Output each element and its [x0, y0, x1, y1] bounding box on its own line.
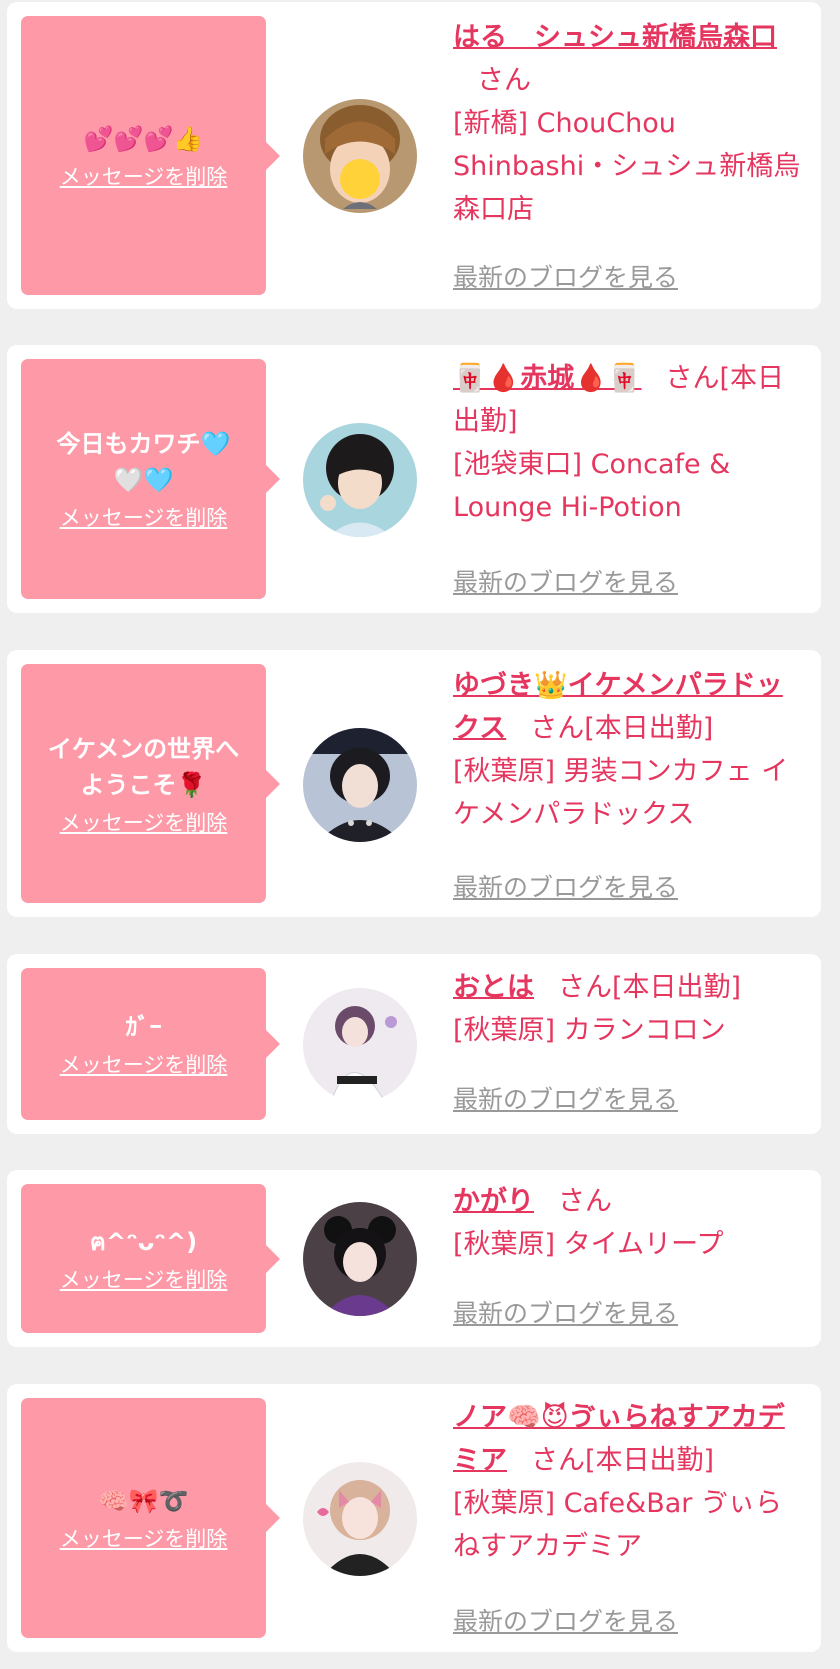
avatar-image [303, 99, 417, 213]
avatar-image [303, 423, 417, 537]
delete-message-link[interactable]: メッセージを削除 [60, 1264, 228, 1294]
shop-name: [新橋] ChouChou Shinbashi・シュシュ新橋烏森口店 [453, 108, 801, 225]
latest-blog-link[interactable]: 最新のブログを見る [453, 1080, 678, 1116]
avatar[interactable] [303, 728, 417, 842]
avatar[interactable] [303, 988, 417, 1102]
latest-blog-link[interactable]: 最新のブログを見る [453, 868, 678, 904]
cast-info: ゆづき👑イケメンパラドックス さん[本日出勤] [秋葉原] 男装コンカフェ イケメ… [453, 664, 805, 836]
shop-name: [秋葉原] カランコロン [453, 1015, 726, 1046]
cast-info: おとは さん[本日出勤] [秋葉原] カランコロン [453, 966, 805, 1052]
delete-message-link[interactable]: メッセージを削除 [60, 807, 228, 837]
honorific: さん [531, 1445, 585, 1476]
honorific: さん [530, 713, 585, 744]
cast-info: かがり さん [秋葉原] タイムリープ [453, 1180, 805, 1266]
latest-blog-link[interactable]: 最新のブログを見る [453, 563, 678, 599]
message-text: イケメンの世界へ ようこそ🌹 [47, 734, 240, 799]
honorific: さん [558, 972, 612, 1003]
message-text: 今日もカワチ🩵 🤍🩵 [56, 430, 231, 494]
message-card: 🧠🎀➰ メッセージを削除 ノア🧠😈ゔぃらねすアカデミア さん[本日出勤] [秋葉原… [7, 1384, 821, 1652]
avatar[interactable] [303, 1462, 417, 1576]
honorific: さん [477, 65, 531, 96]
delete-message-link[interactable]: メッセージを削除 [60, 502, 228, 532]
delete-message-link[interactable]: メッセージを削除 [60, 1523, 228, 1553]
cast-name-link[interactable]: かがり [453, 1186, 534, 1217]
shop-name: [秋葉原] タイムリープ [453, 1229, 724, 1260]
message-bubble: イケメンの世界へ ようこそ🌹 メッセージを削除 [21, 664, 280, 903]
status-label: [本日出勤] [585, 1445, 715, 1476]
delete-message-link[interactable]: メッセージを削除 [60, 1049, 228, 1079]
cast-name-link[interactable]: はる シュシュ新橋烏森口 [453, 22, 777, 53]
cast-info: はる シュシュ新橋烏森口さん [新橋] ChouChou Shinbashi・シ… [453, 16, 805, 231]
message-card: 💕💕💕👍 メッセージを削除 はる シュシュ新橋烏森口さん [新橋] ChouCh… [7, 2, 821, 309]
avatar[interactable] [303, 423, 417, 537]
message-card: ฅ^ᵔᴗᵔ^) メッセージを削除 かがり さん [秋葉原] タイムリープ 最新のブ… [7, 1170, 821, 1347]
message-bubble: 💕💕💕👍 メッセージを削除 [21, 16, 280, 295]
message-text: ｶﾞｰ [125, 1013, 162, 1041]
avatar-image [303, 1462, 417, 1576]
message-card: 今日もカワチ🩵 🤍🩵 メッセージを削除 🀄🩸赤城🩸🀄 さん[本日出勤] [池袋東口… [7, 345, 821, 613]
message-text: 💕💕💕👍 [83, 124, 204, 153]
message-bubble: ｶﾞｰ メッセージを削除 [21, 968, 280, 1120]
avatar[interactable] [303, 1202, 417, 1316]
status-label: [本日出勤] [584, 713, 714, 744]
shop-name: [池袋東口] Concafe & Lounge Hi-Potion [453, 449, 731, 523]
avatar-image [303, 728, 417, 842]
message-bubble: ฅ^ᵔᴗᵔ^) メッセージを削除 [21, 1184, 280, 1333]
honorific: さん [665, 363, 720, 394]
cast-name-link[interactable]: 🀄🩸赤城🩸🀄 [453, 363, 641, 394]
message-bubble: 今日もカワチ🩵 🤍🩵 メッセージを削除 [21, 359, 280, 599]
cast-info: ノア🧠😈ゔぃらねすアカデミア さん[本日出勤] [秋葉原] Cafe&Bar ゔぃ… [453, 1396, 805, 1568]
cast-name-link[interactable]: おとは [453, 972, 534, 1003]
latest-blog-link[interactable]: 最新のブログを見る [453, 1294, 678, 1330]
avatar[interactable] [303, 99, 417, 213]
delete-message-link[interactable]: メッセージを削除 [60, 161, 228, 191]
latest-blog-link[interactable]: 最新のブログを見る [453, 1602, 678, 1638]
message-card: イケメンの世界へ ようこそ🌹 メッセージを削除 ゆづき👑イケメンパラドックス さん… [7, 650, 821, 917]
shop-name: [秋葉原] Cafe&Bar ゔぃらねすアカデミア [453, 1488, 782, 1562]
status-label: [本日出勤] [612, 972, 742, 1003]
honorific: さん [558, 1186, 612, 1217]
message-text: 🧠🎀➰ [98, 1487, 189, 1515]
message-bubble: 🧠🎀➰ メッセージを削除 [21, 1398, 280, 1638]
latest-blog-link[interactable]: 最新のブログを見る [453, 258, 678, 294]
avatar-image [303, 988, 417, 1102]
message-card: ｶﾞｰ メッセージを削除 おとは さん[本日出勤] [秋葉原] カランコロン 最新… [7, 954, 821, 1134]
message-text: ฅ^ᵔᴗᵔ^) [89, 1227, 198, 1256]
shop-name: [秋葉原] 男装コンカフェ イケメンパラドックス [453, 756, 789, 830]
avatar-image [303, 1202, 417, 1316]
cast-info: 🀄🩸赤城🩸🀄 さん[本日出勤] [池袋東口] Concafe & Lounge H… [453, 357, 805, 529]
